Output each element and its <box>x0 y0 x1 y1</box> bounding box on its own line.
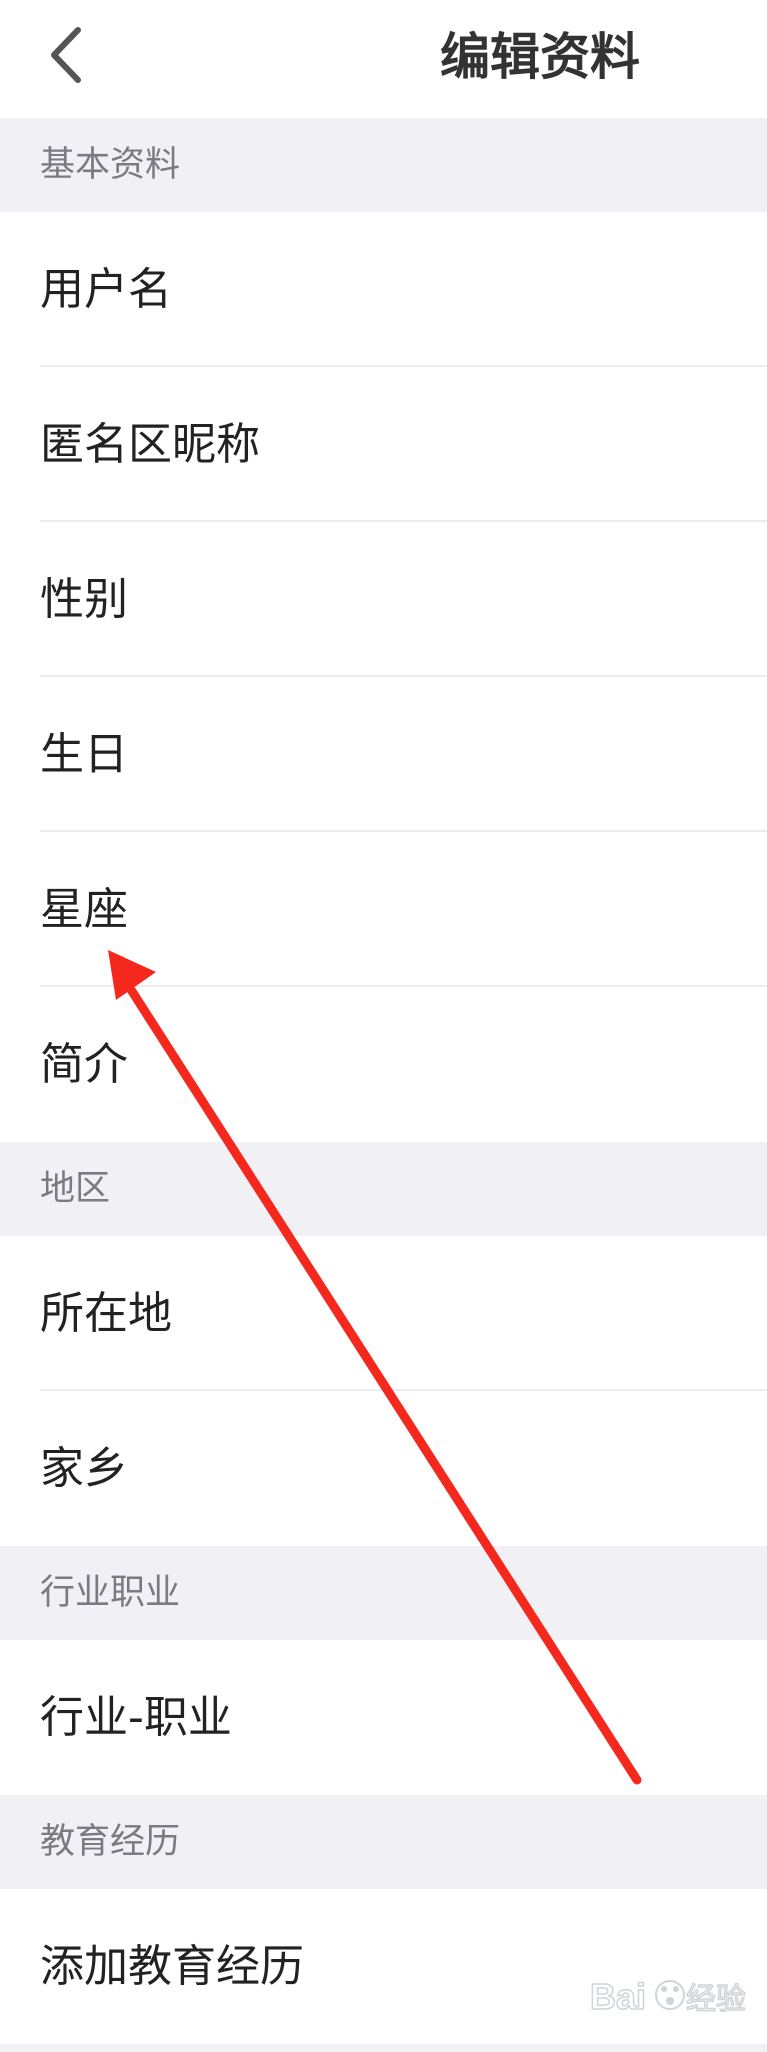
row-label: 用户名 <box>40 264 172 315</box>
row-label: 家乡 <box>40 1443 128 1494</box>
chevron-left-icon <box>51 27 81 83</box>
section-title: 地区 <box>40 1169 111 1209</box>
section-header-basic: 基本资料 <box>0 118 767 212</box>
row-gender[interactable]: 性别 <box>0 522 767 677</box>
top-bar: 编辑资料 <box>0 0 767 118</box>
section-title: 教育经历 <box>40 1822 181 1862</box>
row-label: 简介 <box>40 1039 128 1090</box>
row-industry-occupation[interactable]: 行业-职业 <box>0 1640 767 1795</box>
row-label: 星座 <box>40 884 128 935</box>
row-label: 匿名区昵称 <box>40 419 260 470</box>
row-bio[interactable]: 简介 <box>0 987 767 1142</box>
section-title: 行业职业 <box>40 1573 181 1613</box>
back-button[interactable] <box>36 20 100 90</box>
row-anonymous-nickname[interactable]: 匿名区昵称 <box>0 367 767 522</box>
row-location[interactable]: 所在地 <box>0 1236 767 1391</box>
section-header-industry: 行业职业 <box>0 1546 767 1640</box>
row-label: 行业-职业 <box>40 1692 232 1743</box>
page-title: 编辑资料 <box>440 28 640 86</box>
row-label: 添加教育经历 <box>40 1941 304 1992</box>
row-username[interactable]: 用户名 <box>0 212 767 367</box>
row-birthday[interactable]: 生日 <box>0 677 767 832</box>
row-label: 性别 <box>40 574 128 625</box>
row-label: 所在地 <box>40 1288 172 1339</box>
row-label: 生日 <box>40 729 128 780</box>
section-header-region: 地区 <box>0 1142 767 1236</box>
row-hometown[interactable]: 家乡 <box>0 1391 767 1546</box>
section-title: 基本资料 <box>40 145 181 185</box>
row-add-education[interactable]: 添加教育经历 <box>0 1889 767 2044</box>
section-header-education: 教育经历 <box>0 1795 767 1889</box>
row-constellation[interactable]: 星座 <box>0 832 767 987</box>
